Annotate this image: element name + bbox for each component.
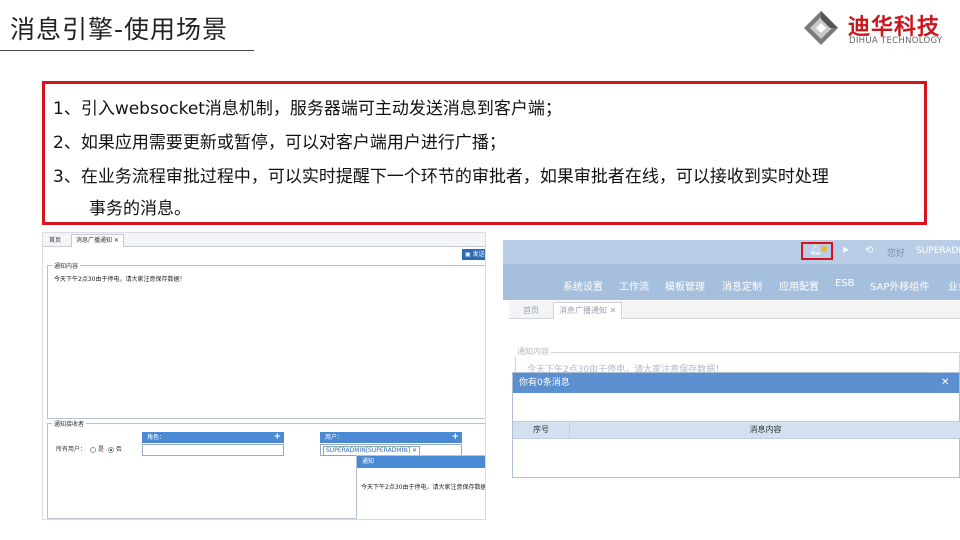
notification-popup: 通知 今天下午2点30由于停电，请大家注意保存数据！: [356, 455, 486, 519]
message-dialog: 你有0条消息 ✕ 序号 消息内容: [512, 372, 960, 478]
notice-content-textarea[interactable]: 今天下午2点30由于停电，请大家注意保存数据！: [54, 274, 185, 283]
bell-button-highlight[interactable]: 🔔︎: [801, 242, 833, 260]
logo-english-name: DIHUA TECHNOLOGY: [849, 36, 943, 46]
top-bar: 🔔︎ ➤ ⟲ 您好 SUPERADMIN: [503, 240, 960, 264]
radio-no[interactable]: [107, 446, 114, 453]
nav-app-config[interactable]: 应用配置: [779, 278, 819, 293]
scenario-point-1: 1、引入websocket消息机制，服务器端可主动发送消息到客户端；: [53, 99, 562, 119]
notification-dot: [821, 246, 827, 252]
message-dialog-screenshot: 🔔︎ ➤ ⟲ 您好 SUPERADMIN 系统设置 工作流 模板管理 消息定制 …: [503, 240, 960, 478]
scenario-box: 1、引入websocket消息机制，服务器端可主动发送消息到客户端； 2、如果应…: [42, 81, 927, 225]
radio-yes[interactable]: [89, 446, 96, 453]
send-icon: ▣: [465, 251, 471, 258]
current-user[interactable]: SUPERADMIN: [916, 246, 960, 256]
title-divider: [0, 50, 254, 51]
tab-bar: 首页 消息广播通知 ✕: [43, 233, 485, 247]
refresh-icon[interactable]: ⟲: [865, 245, 873, 256]
role-label: 角色：: [147, 434, 166, 441]
receivers-legend: 通知接收者: [52, 419, 87, 428]
tab-home[interactable]: 首页: [49, 235, 61, 244]
company-logo: 迪华科技 DIHUA TECHNOLOGY: [800, 6, 950, 50]
message-dialog-title: 你有0条消息: [519, 378, 570, 388]
notice-content-legend: 通知内容: [515, 346, 551, 357]
all-users-label: 所有用户：: [56, 446, 87, 453]
role-select-box[interactable]: [142, 444, 284, 456]
role-panel-header: 角色： +: [142, 432, 284, 443]
tab-broadcast-notice[interactable]: 消息广播通知 ✕: [553, 302, 623, 319]
main-nav: 系统设置 工作流 模板管理 消息定制 应用配置 ESB SAP外移组件 业务: [503, 264, 960, 300]
user-label: 用户：: [325, 434, 344, 441]
add-role-plus-icon[interactable]: +: [273, 432, 281, 443]
notification-popup-title: 通知: [357, 456, 485, 468]
nav-message-customization[interactable]: 消息定制: [722, 278, 762, 293]
notice-content-fieldset: 通知内容 今天下午2点30由于停电，请大家注意保存数据！: [47, 261, 485, 419]
scenario-point-3-cont: 事务的消息。: [89, 199, 191, 219]
tab-bar: 首页 消息广播通知 ✕: [509, 301, 960, 319]
send-icon[interactable]: ➤: [841, 245, 849, 256]
nav-esb[interactable]: ESB: [835, 278, 855, 289]
scenario-point-3: 3、在业务流程审批过程中，可以实时提醒下一个环节的审批者，如果审批者在线，可以接…: [53, 167, 829, 187]
bell-icon: 🔔︎: [809, 245, 822, 256]
all-users-option: 所有用户： 是 否: [56, 444, 122, 453]
send-button-label: 发送: [472, 251, 485, 258]
broadcast-form-screenshot: 首页 消息广播通知 ✕ ▣ 发送 通知内容 今天下午2点30由于停电，请大家注意…: [42, 232, 486, 520]
greeting: 您好: [887, 249, 906, 259]
nav-sap-component[interactable]: SAP外移组件: [870, 278, 929, 293]
radio-yes-label: 是: [97, 446, 104, 453]
close-icon[interactable]: ✕: [941, 373, 949, 393]
column-header-index: 序号: [513, 421, 569, 439]
slide-title: 消息引擎-使用场景: [10, 15, 229, 44]
message-dialog-header: 你有0条消息 ✕: [513, 373, 959, 393]
tab-home[interactable]: 首页: [523, 305, 539, 316]
notification-popup-text: 今天下午2点30由于停电，请大家注意保存数据！: [361, 484, 486, 491]
send-button[interactable]: ▣ 发送: [462, 249, 485, 260]
tab-broadcast-notice[interactable]: 消息广播通知 ✕: [71, 234, 124, 247]
notice-content-legend: 通知内容: [52, 261, 81, 270]
add-user-plus-icon[interactable]: +: [451, 432, 459, 443]
user-panel-header: 用户： +: [320, 432, 462, 443]
nav-business[interactable]: 业务: [948, 278, 960, 293]
radio-no-label: 否: [115, 446, 122, 453]
nav-system-settings[interactable]: 系统设置: [563, 278, 603, 293]
scenario-point-2: 2、如果应用需要更新或暂停，可以对客户端用户进行广播；: [53, 133, 506, 153]
nav-workflow[interactable]: 工作流: [619, 278, 649, 293]
column-header-content: 消息内容: [569, 421, 960, 439]
nav-template-management[interactable]: 模板管理: [665, 278, 705, 293]
logo-mark-icon: [804, 11, 838, 45]
